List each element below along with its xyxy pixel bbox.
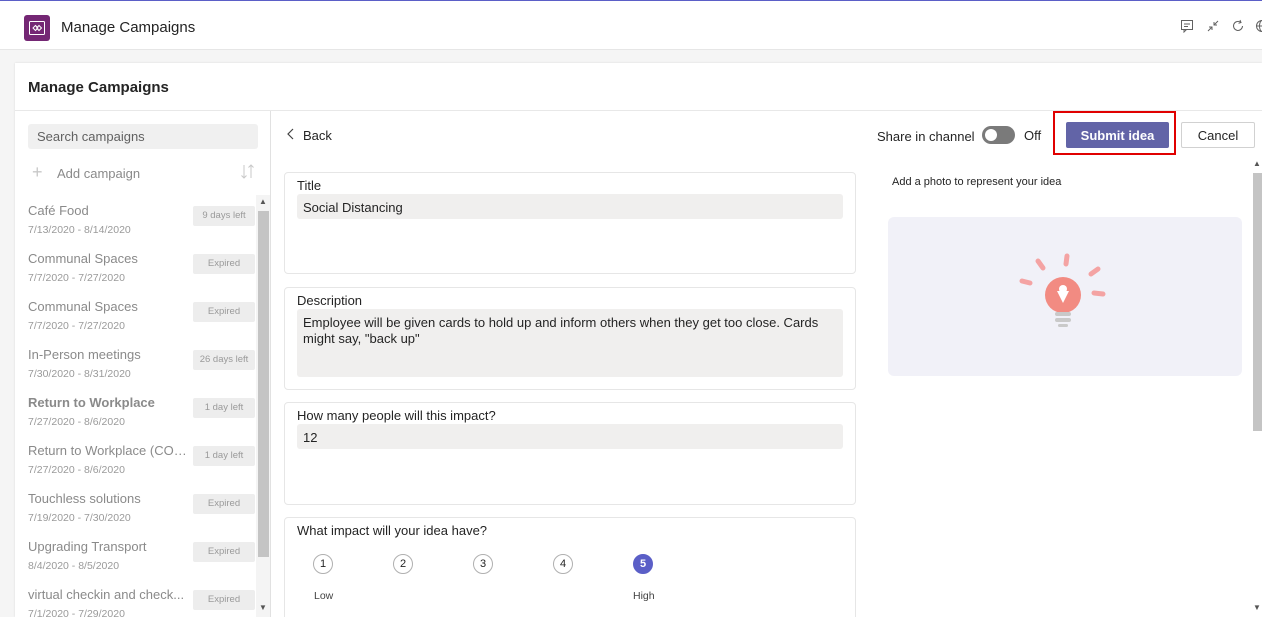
list-item[interactable]: Café Food 7/13/2020 - 8/14/2020 9 days l… — [28, 197, 257, 245]
collapse-icon[interactable] — [1206, 19, 1220, 33]
status-badge: Expired — [193, 494, 255, 514]
panel-title: Manage Campaigns — [28, 79, 169, 96]
list-item[interactable]: Upgrading Transport 8/4/2020 - 8/5/2020 … — [28, 533, 257, 581]
app-bar: Manage Campaigns — [0, 0, 1262, 50]
add-campaign-label: Add campaign — [57, 166, 141, 181]
rating-high-label: High — [633, 590, 655, 602]
campaign-dates: 8/4/2020 - 8/5/2020 — [28, 560, 120, 572]
chat-icon[interactable] — [1180, 19, 1194, 34]
scroll-down-arrow-icon[interactable]: ▼ — [1253, 603, 1261, 612]
people-impact-label: How many people will this impact? — [297, 408, 496, 423]
photo-upload-area[interactable] — [888, 217, 1242, 376]
campaign-name: Touchless solutions — [28, 491, 141, 506]
toggle-knob — [985, 129, 997, 141]
refresh-icon[interactable] — [1231, 19, 1245, 33]
description-card: Description Employee will be given cards… — [284, 287, 856, 390]
campaign-name: Communal Spaces — [28, 299, 138, 314]
manage-campaigns-panel: Manage Campaigns + Add campaign Café Foo… — [15, 63, 1262, 617]
campaign-name: Communal Spaces — [28, 251, 138, 266]
impact-rating: 1 2 3 4 5 Low High — [313, 554, 673, 604]
plus-icon: + — [32, 162, 43, 182]
campaign-name: Return to Workplace — [28, 395, 155, 410]
description-field[interactable]: Employee will be given cards to hold up … — [297, 309, 843, 377]
rating-option-2[interactable]: 2 — [393, 554, 413, 574]
search-campaigns-input[interactable] — [28, 124, 258, 149]
scroll-up-arrow-icon[interactable]: ▲ — [259, 197, 267, 206]
impact-rating-label: What impact will your idea have? — [297, 523, 488, 538]
list-item[interactable]: Return to Workplace 7/27/2020 - 8/6/2020… — [28, 389, 257, 437]
add-campaign-button[interactable]: + Add campaign — [28, 163, 260, 183]
people-impact-field[interactable]: 12 — [297, 424, 843, 449]
status-badge: Expired — [193, 590, 255, 610]
campaign-dates: 7/19/2020 - 7/30/2020 — [28, 512, 131, 524]
status-badge: Expired — [193, 254, 255, 274]
campaign-dates: 7/7/2020 - 7/27/2020 — [28, 272, 125, 284]
rating-option-1[interactable]: 1 — [313, 554, 333, 574]
scroll-up-arrow-icon[interactable]: ▲ — [1253, 159, 1261, 168]
rating-option-4[interactable]: 4 — [553, 554, 573, 574]
campaign-sidebar: + Add campaign Café Food 7/13/2020 - 8/1… — [15, 111, 271, 617]
submit-idea-button[interactable]: Submit idea — [1066, 122, 1169, 148]
title-card: Title Social Distancing — [284, 172, 856, 274]
globe-icon[interactable] — [1255, 19, 1262, 33]
list-item[interactable]: Communal Spaces 7/7/2020 - 7/27/2020 Exp… — [28, 293, 257, 341]
campaign-dates: 7/30/2020 - 8/31/2020 — [28, 368, 131, 380]
campaign-dates: 7/27/2020 - 8/6/2020 — [28, 416, 125, 428]
scrollbar-thumb[interactable] — [1253, 173, 1262, 431]
rating-option-5[interactable]: 5 — [633, 554, 653, 574]
status-badge: 1 day left — [193, 398, 255, 418]
status-badge: 9 days left — [193, 206, 255, 226]
campaign-name: Return to Workplace (COP... — [28, 443, 188, 458]
status-badge: 26 days left — [193, 350, 255, 370]
rating-low-label: Low — [314, 590, 334, 602]
campaign-list-scrollbar[interactable]: ▲ ▼ — [256, 195, 270, 617]
share-in-channel-toggle[interactable] — [982, 126, 1015, 144]
lightbulb-icon — [1019, 253, 1106, 327]
impact-rating-card: What impact will your idea have? 1 2 3 4… — [284, 517, 856, 617]
back-label: Back — [303, 128, 332, 143]
toggle-state-label: Off — [1024, 128, 1042, 143]
campaign-dates: 7/1/2020 - 7/29/2020 — [28, 608, 125, 617]
status-badge: 1 day left — [193, 446, 255, 466]
list-item[interactable]: virtual checkin and check... 7/1/2020 - … — [28, 581, 257, 617]
campaign-name: In-Person meetings — [28, 347, 141, 362]
app-title: Manage Campaigns — [61, 19, 196, 36]
campaign-dates: 7/13/2020 - 8/14/2020 — [28, 224, 131, 236]
list-item[interactable]: Communal Spaces 7/7/2020 - 7/27/2020 Exp… — [28, 245, 257, 293]
rating-option-3[interactable]: 3 — [473, 554, 493, 574]
chevron-left-icon — [287, 128, 294, 140]
power-apps-icon — [24, 15, 50, 41]
scrollbar-thumb[interactable] — [258, 211, 269, 557]
share-in-channel-label: Share in channel — [877, 129, 975, 144]
panel-header: Manage Campaigns — [15, 63, 1262, 111]
campaign-list: Café Food 7/13/2020 - 8/14/2020 9 days l… — [28, 197, 257, 617]
people-impact-card: How many people will this impact? 12 — [284, 402, 856, 505]
title-label: Title — [297, 178, 322, 193]
list-item[interactable]: In-Person meetings 7/30/2020 - 8/31/2020… — [28, 341, 257, 389]
photo-label: Add a photo to represent your idea — [892, 176, 1062, 188]
campaign-name: Upgrading Transport — [28, 539, 147, 554]
campaign-dates: 7/27/2020 - 8/6/2020 — [28, 464, 125, 476]
title-field[interactable]: Social Distancing — [297, 194, 843, 219]
list-item[interactable]: Touchless solutions 7/19/2020 - 7/30/202… — [28, 485, 257, 533]
campaign-dates: 7/7/2020 - 7/27/2020 — [28, 320, 125, 332]
description-label: Description — [297, 293, 363, 308]
status-badge: Expired — [193, 302, 255, 322]
status-badge: Expired — [193, 542, 255, 562]
list-item[interactable]: Return to Workplace (COP... 7/27/2020 - … — [28, 437, 257, 485]
scroll-down-arrow-icon[interactable]: ▼ — [259, 603, 267, 612]
form-scrollbar[interactable]: ▲ ▼ — [1252, 159, 1262, 617]
sort-icon[interactable] — [240, 163, 256, 181]
campaign-name: Café Food — [28, 203, 89, 218]
cancel-button[interactable]: Cancel — [1181, 122, 1255, 148]
campaign-name: virtual checkin and check... — [28, 587, 185, 602]
